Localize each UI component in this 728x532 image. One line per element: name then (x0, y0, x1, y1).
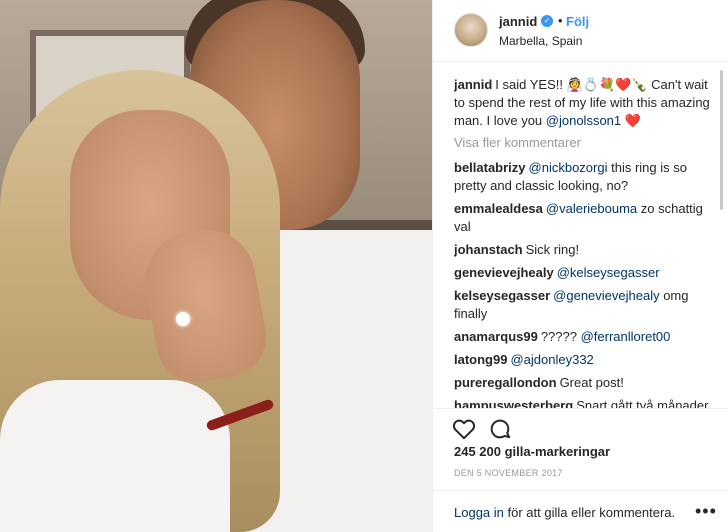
comment-username[interactable]: anamarqus99 (454, 329, 538, 344)
caption-heart: ❤️ (621, 113, 641, 128)
comment-icon[interactable] (487, 416, 513, 442)
avatar[interactable] (454, 13, 488, 47)
list-item: latong99 @ajdonley332 (454, 351, 714, 369)
list-item: kelseysegasser @genevievejhealy omg final… (454, 287, 714, 323)
list-item: emmalealdesa @valeriebouma zo schattig va… (454, 200, 714, 236)
comment-mention[interactable]: @nickbozorgi (529, 160, 608, 175)
comment-mention[interactable]: @genevievejhealy (553, 288, 659, 303)
list-item: johanstach Sick ring! (454, 241, 714, 259)
post-footer: Logga in för att gilla eller kommentera.… (433, 490, 728, 532)
list-item: genevievejhealy @kelseysegasser (454, 264, 714, 282)
follow-button[interactable]: Följ (566, 14, 589, 29)
more-options-icon[interactable]: ••• (695, 501, 717, 522)
post-actions (433, 408, 728, 448)
username[interactable]: jannid (499, 14, 537, 29)
comment-username[interactable]: genevievejhealy (454, 265, 554, 280)
comment-username[interactable]: pureregallondon (454, 375, 557, 390)
comment-username[interactable]: hampuswesterberg (454, 398, 573, 408)
comments-list: jannid I said YES!! 👰💍💐❤️🍾 Can't wait to … (454, 76, 714, 408)
comment-text: ????? (540, 329, 581, 344)
login-prompt-text: för att gilla eller kommentera. (503, 505, 676, 520)
comment-username[interactable]: emmalealdesa (454, 201, 543, 216)
load-more-comments-button[interactable]: Visa fler kommentarer (454, 135, 714, 150)
comment-text: Great post! (559, 375, 624, 390)
photo-woman-shirt (0, 380, 230, 532)
comment-username[interactable]: johanstach (454, 242, 523, 257)
list-item: pureregallondon Great post! (454, 374, 714, 392)
comment-username[interactable]: latong99 (454, 352, 507, 367)
post-photo[interactable] (0, 0, 432, 532)
list-item: hampuswesterberg Snart gått två månader, … (454, 397, 714, 408)
location-link[interactable]: Marbella, Spain (499, 34, 582, 48)
post-side-panel: jannid ✓ • Följ Marbella, Spain jannid I … (432, 0, 728, 532)
separator-dot: • (558, 13, 563, 28)
list-item: bellatabrizy @nickbozorgi this ring is so… (454, 159, 714, 195)
comment-username[interactable]: kelseysegasser (454, 288, 550, 303)
comment-mention[interactable]: @kelseysegasser (557, 265, 660, 280)
comments-scrollbar[interactable] (720, 70, 723, 210)
heart-icon[interactable] (451, 416, 477, 442)
caption: jannid I said YES!! 👰💍💐❤️🍾 Can't wait to … (454, 76, 714, 130)
caption-mention[interactable]: @jonolsson1 (546, 113, 621, 128)
photo-ring (176, 312, 190, 326)
comment-mention[interactable]: @ferranlloret00 (581, 329, 671, 344)
login-link[interactable]: Logga in (454, 505, 504, 520)
like-count[interactable]: 245 200 gilla-markeringar (454, 444, 610, 459)
comment-mention[interactable]: @ajdonley332 (510, 352, 593, 367)
post-date: DEN 5 NOVEMBER 2017 (454, 468, 563, 478)
comment-username[interactable]: bellatabrizy (454, 160, 526, 175)
comment-text: Sick ring! (525, 242, 580, 257)
comment-mention[interactable]: @valeriebouma (546, 201, 637, 216)
list-item: anamarqus99????? @ferranlloret00 (454, 328, 714, 346)
caption-username[interactable]: jannid (454, 77, 492, 92)
login-prompt: Logga in för att gilla eller kommentera. (454, 505, 675, 520)
post-header: jannid ✓ • Följ Marbella, Spain (433, 0, 728, 62)
verified-badge-icon: ✓ (541, 15, 553, 27)
